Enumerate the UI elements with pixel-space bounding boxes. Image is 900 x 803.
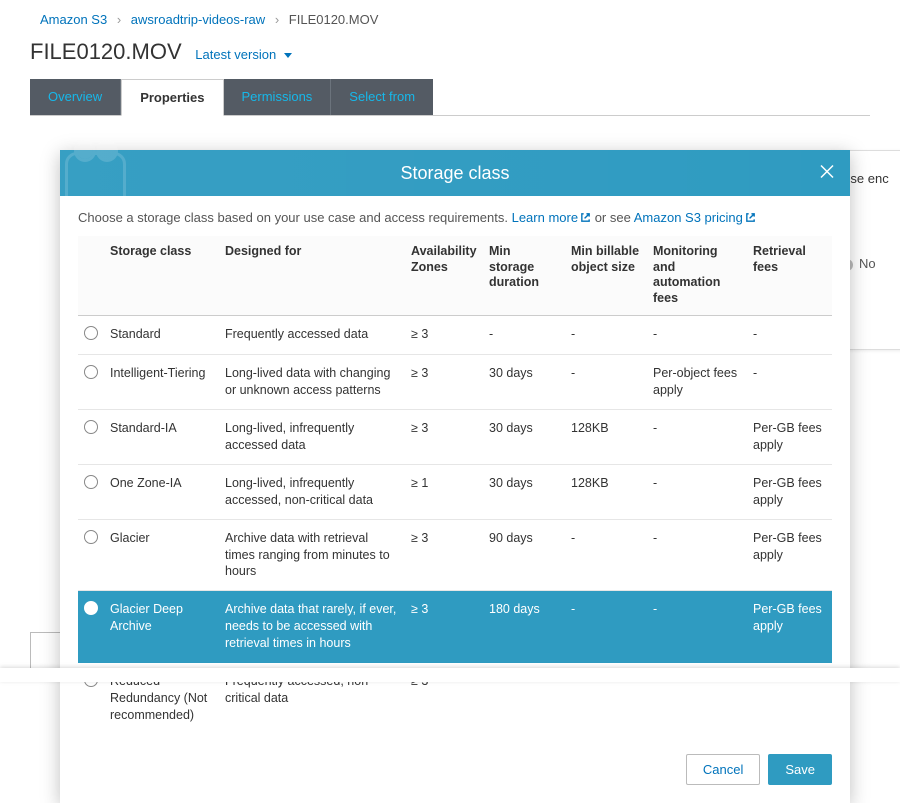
- modal-header: Storage class: [60, 150, 850, 196]
- breadcrumb-root[interactable]: Amazon S3: [40, 12, 107, 27]
- learn-more-link[interactable]: Learn more: [512, 210, 591, 225]
- save-button[interactable]: Save: [768, 754, 832, 785]
- storage-class-row[interactable]: StandardFrequently accessed data≥ 3----: [78, 315, 832, 355]
- page-title: FILE0120.MOV: [30, 39, 182, 65]
- tabs: Overview Properties Permissions Select f…: [30, 79, 870, 116]
- storage-class-row[interactable]: GlacierArchive data with retrieval times…: [78, 519, 832, 591]
- cell-mindur: -: [483, 315, 565, 355]
- cell-monitor: -: [647, 315, 747, 355]
- cell-retrieval: -: [747, 355, 832, 410]
- cell-retrieval: Per-GB fees apply: [747, 519, 832, 591]
- cell-minsize: -: [565, 591, 647, 663]
- cell-retrieval: Per-GB fees apply: [747, 464, 832, 519]
- cell-designed: Frequently accessed data: [219, 315, 405, 355]
- storage-class-row[interactable]: One Zone-IALong-lived, infrequently acce…: [78, 464, 832, 519]
- cancel-button[interactable]: Cancel: [686, 754, 760, 785]
- cell-designed: Archive data with retrieval times rangin…: [219, 519, 405, 591]
- cell-minsize: 128KB: [565, 410, 647, 465]
- cell-retrieval: Per-GB fees apply: [747, 410, 832, 465]
- radio-icon: [84, 365, 98, 379]
- cell-minsize: -: [565, 355, 647, 410]
- cell-monitor: -: [647, 591, 747, 663]
- col-header-monitor: Monitoring and automation fees: [647, 236, 747, 315]
- radio-icon: [84, 530, 98, 544]
- cell-az: ≥ 3: [405, 410, 483, 465]
- storage-class-row[interactable]: Glacier Deep ArchiveArchive data that ra…: [78, 591, 832, 663]
- caret-down-icon: [284, 53, 292, 58]
- modal-footer: Cancel Save: [60, 740, 850, 803]
- cell-designed: Archive data that rarely, if ever, needs…: [219, 591, 405, 663]
- breadcrumb: Amazon S3 › awsroadtrip-videos-raw › FIL…: [30, 10, 870, 39]
- col-header-mindur: Min storage duration: [483, 236, 565, 315]
- cell-designed: Long-lived, infrequently accessed data: [219, 410, 405, 465]
- external-link-icon: [745, 211, 756, 226]
- col-header-name: Storage class: [104, 236, 219, 315]
- version-dropdown-label: Latest version: [195, 47, 276, 62]
- col-header-minsize: Min billable object size: [565, 236, 647, 315]
- storage-class-row[interactable]: Intelligent-TieringLong-lived data with …: [78, 355, 832, 410]
- cell-monitor: -: [647, 410, 747, 465]
- chevron-right-icon: ›: [111, 12, 127, 27]
- col-header-az: Availability Zones: [405, 236, 483, 315]
- breadcrumb-bucket[interactable]: awsroadtrip-videos-raw: [131, 12, 265, 27]
- breadcrumb-object: FILE0120.MOV: [289, 12, 379, 27]
- cell-minsize: -: [565, 315, 647, 355]
- cell-mindur: 30 days: [483, 464, 565, 519]
- col-header-retrieval: Retrieval fees: [747, 236, 832, 315]
- bucket-decoration-icon: [60, 150, 280, 196]
- cell-monitor: Per-object fees apply: [647, 355, 747, 410]
- cell-mindur: 30 days: [483, 410, 565, 465]
- cell-name: Glacier Deep Archive: [104, 591, 219, 663]
- tab-properties[interactable]: Properties: [121, 79, 223, 116]
- cell-designed: Long-lived, infrequently accessed, non-c…: [219, 464, 405, 519]
- cell-mindur: 30 days: [483, 355, 565, 410]
- close-button[interactable]: [818, 163, 836, 184]
- cell-mindur: 90 days: [483, 519, 565, 591]
- chevron-right-icon: ›: [269, 12, 285, 27]
- cell-name: Standard: [104, 315, 219, 355]
- modal-title: Storage class: [400, 163, 509, 184]
- cell-az: ≥ 3: [405, 355, 483, 410]
- version-dropdown[interactable]: Latest version: [195, 47, 292, 62]
- cell-designed: Long-lived data with changing or unknown…: [219, 355, 405, 410]
- radio-icon: [84, 326, 98, 340]
- cell-mindur: 180 days: [483, 591, 565, 663]
- pricing-link[interactable]: Amazon S3 pricing: [634, 210, 756, 225]
- cell-name: Intelligent-Tiering: [104, 355, 219, 410]
- tab-select-from[interactable]: Select from: [331, 79, 433, 115]
- cell-az: ≥ 1: [405, 464, 483, 519]
- cell-az: ≥ 3: [405, 591, 483, 663]
- cell-minsize: 128KB: [565, 464, 647, 519]
- cell-az: ≥ 3: [405, 519, 483, 591]
- cell-name: One Zone-IA: [104, 464, 219, 519]
- tab-overview[interactable]: Overview: [30, 79, 121, 115]
- cell-name: Glacier: [104, 519, 219, 591]
- cell-monitor: -: [647, 464, 747, 519]
- tab-permissions[interactable]: Permissions: [224, 79, 332, 115]
- storage-class-modal: Storage class Choose a storage class bas…: [60, 150, 850, 803]
- modal-description: Choose a storage class based on your use…: [78, 210, 832, 226]
- cell-minsize: -: [565, 519, 647, 591]
- radio-icon: [84, 475, 98, 489]
- cell-retrieval: Per-GB fees apply: [747, 591, 832, 663]
- storage-class-row[interactable]: Standard-IALong-lived, infrequently acce…: [78, 410, 832, 465]
- radio-icon: [84, 420, 98, 434]
- cell-az: ≥ 3: [405, 315, 483, 355]
- cell-name: Standard-IA: [104, 410, 219, 465]
- cell-retrieval: -: [747, 315, 832, 355]
- col-header-designed: Designed for: [219, 236, 405, 315]
- close-icon: [818, 163, 836, 181]
- external-link-icon: [580, 211, 591, 226]
- storage-class-table: Storage class Designed for Availability …: [78, 236, 832, 734]
- cell-monitor: -: [647, 519, 747, 591]
- radio-icon: [84, 601, 98, 615]
